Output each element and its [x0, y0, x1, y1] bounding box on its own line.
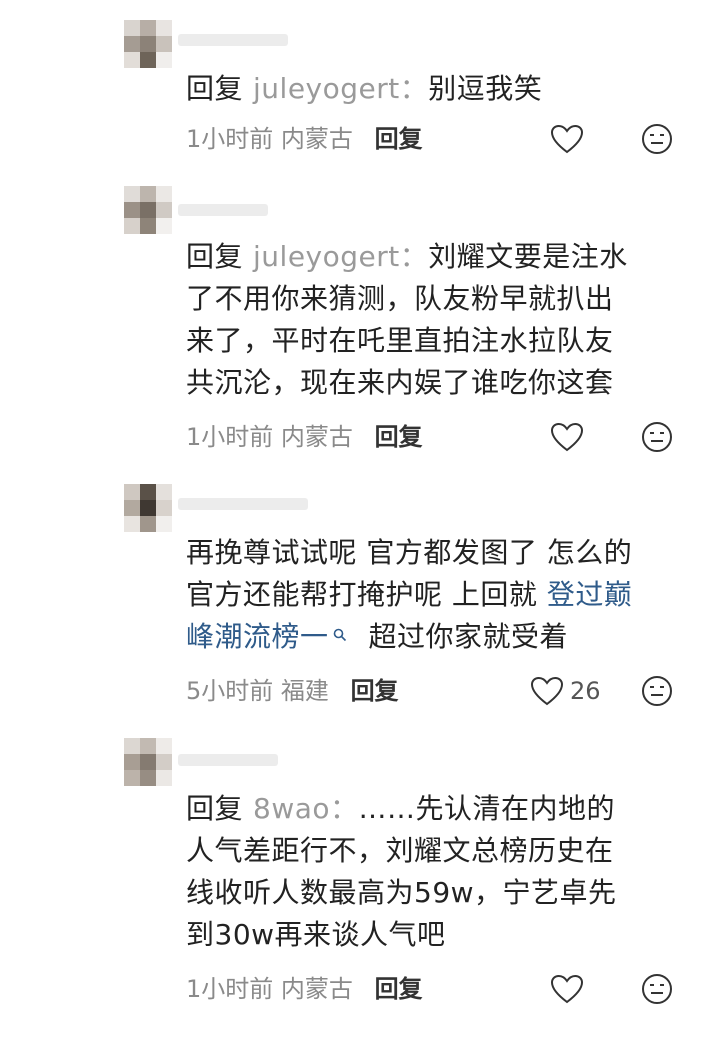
comment-line: 了不用你来猜测，队友粉早就扒出 [186, 282, 614, 315]
comment-line: 超过你家就受着 [368, 620, 569, 653]
like-count: 26 [570, 677, 601, 705]
emoji-dislike-icon[interactable] [640, 674, 674, 708]
reply-button[interactable]: 回复 [375, 975, 423, 1003]
avatar[interactable] [124, 20, 172, 68]
emoji-dislike-icon[interactable] [640, 420, 674, 454]
search-icon[interactable] [333, 628, 347, 642]
comment-line: 再挽尊试试呢 官方都发图了 怎么的 [186, 536, 633, 569]
reply-to-user[interactable]: juleyogert： [253, 240, 428, 273]
search-link[interactable]: 峰潮流榜一 [186, 620, 329, 653]
location: 内蒙古 [280, 423, 353, 451]
comment-line: 共沉沦，现在来内娱了谁吃你这套 [186, 366, 614, 399]
comment-line: 刘耀文要是注水 [428, 240, 628, 273]
like-button[interactable] [550, 420, 584, 454]
timestamp: 1小时前 [186, 125, 274, 153]
comment-text: 回复 juleyogert：刘耀文要是注水 了不用你来猜测，队友粉早就扒出 来了，… [186, 236, 686, 404]
comment-text: 再挽尊试试呢 官方都发图了 怎么的 官方还能帮打掩护呢 上回就 登过巅 峰潮流榜… [186, 532, 706, 658]
reply-to-user[interactable]: 8wao： [253, 792, 359, 825]
timestamp: 1小时前 [186, 975, 274, 1003]
location: 内蒙古 [280, 975, 353, 1003]
comment-meta: 5小时前 福建 回复 [186, 674, 399, 708]
username-blurred[interactable] [178, 754, 278, 766]
username-blurred[interactable] [178, 34, 288, 46]
heart-icon [550, 974, 584, 1004]
reply-button[interactable]: 回复 [375, 125, 423, 153]
comment-line: 线收听人数最高为59w，宁艺卓先 [186, 876, 617, 909]
username-blurred[interactable] [178, 498, 308, 510]
comment-line: 人气差距行不，刘耀文总榜历史在 [186, 834, 614, 867]
like-button[interactable] [550, 122, 584, 156]
comment-text: 回复 8wao：……先认清在内地的 人气差距行不，刘耀文总榜历史在 线收听人数最高… [186, 788, 686, 956]
comment-meta: 1小时前 内蒙古 回复 [186, 122, 423, 156]
timestamp: 1小时前 [186, 423, 274, 451]
avatar[interactable] [124, 484, 172, 532]
emoji-dislike-icon[interactable] [640, 972, 674, 1006]
username-blurred[interactable] [178, 204, 268, 216]
reply-to-user[interactable]: juleyogert： [253, 72, 428, 105]
comment-body: 别逗我笑 [428, 72, 543, 105]
emoji-dislike-icon[interactable] [640, 122, 674, 156]
heart-icon [550, 124, 584, 154]
timestamp: 5小时前 [186, 677, 274, 705]
comment-line: 到30w再来谈人气吧 [186, 918, 446, 951]
avatar[interactable] [124, 738, 172, 786]
reply-button[interactable]: 回复 [375, 423, 423, 451]
location: 福建 [280, 677, 329, 705]
comment-line: 官方还能帮打掩护呢 上回就 [186, 578, 547, 611]
comment-text: 回复 juleyogert：别逗我笑 [186, 68, 686, 110]
comment-line: ……先认清在内地的 [358, 792, 616, 825]
reply-label: 回复 [186, 72, 244, 105]
location: 内蒙古 [280, 125, 353, 153]
like-button[interactable] [550, 972, 584, 1006]
search-link[interactable]: 登过巅 [547, 578, 633, 611]
comment-meta: 1小时前 内蒙古 回复 [186, 420, 423, 454]
like-button[interactable]: 26 [530, 674, 601, 708]
heart-icon [530, 676, 564, 706]
reply-label: 回复 [186, 240, 244, 273]
heart-icon [550, 422, 584, 452]
avatar[interactable] [124, 186, 172, 234]
reply-label: 回复 [186, 792, 244, 825]
reply-button[interactable]: 回复 [351, 677, 399, 705]
comment-line: 来了，平时在吒里直拍注水拉队友 [186, 324, 614, 357]
comment-meta: 1小时前 内蒙古 回复 [186, 972, 423, 1006]
